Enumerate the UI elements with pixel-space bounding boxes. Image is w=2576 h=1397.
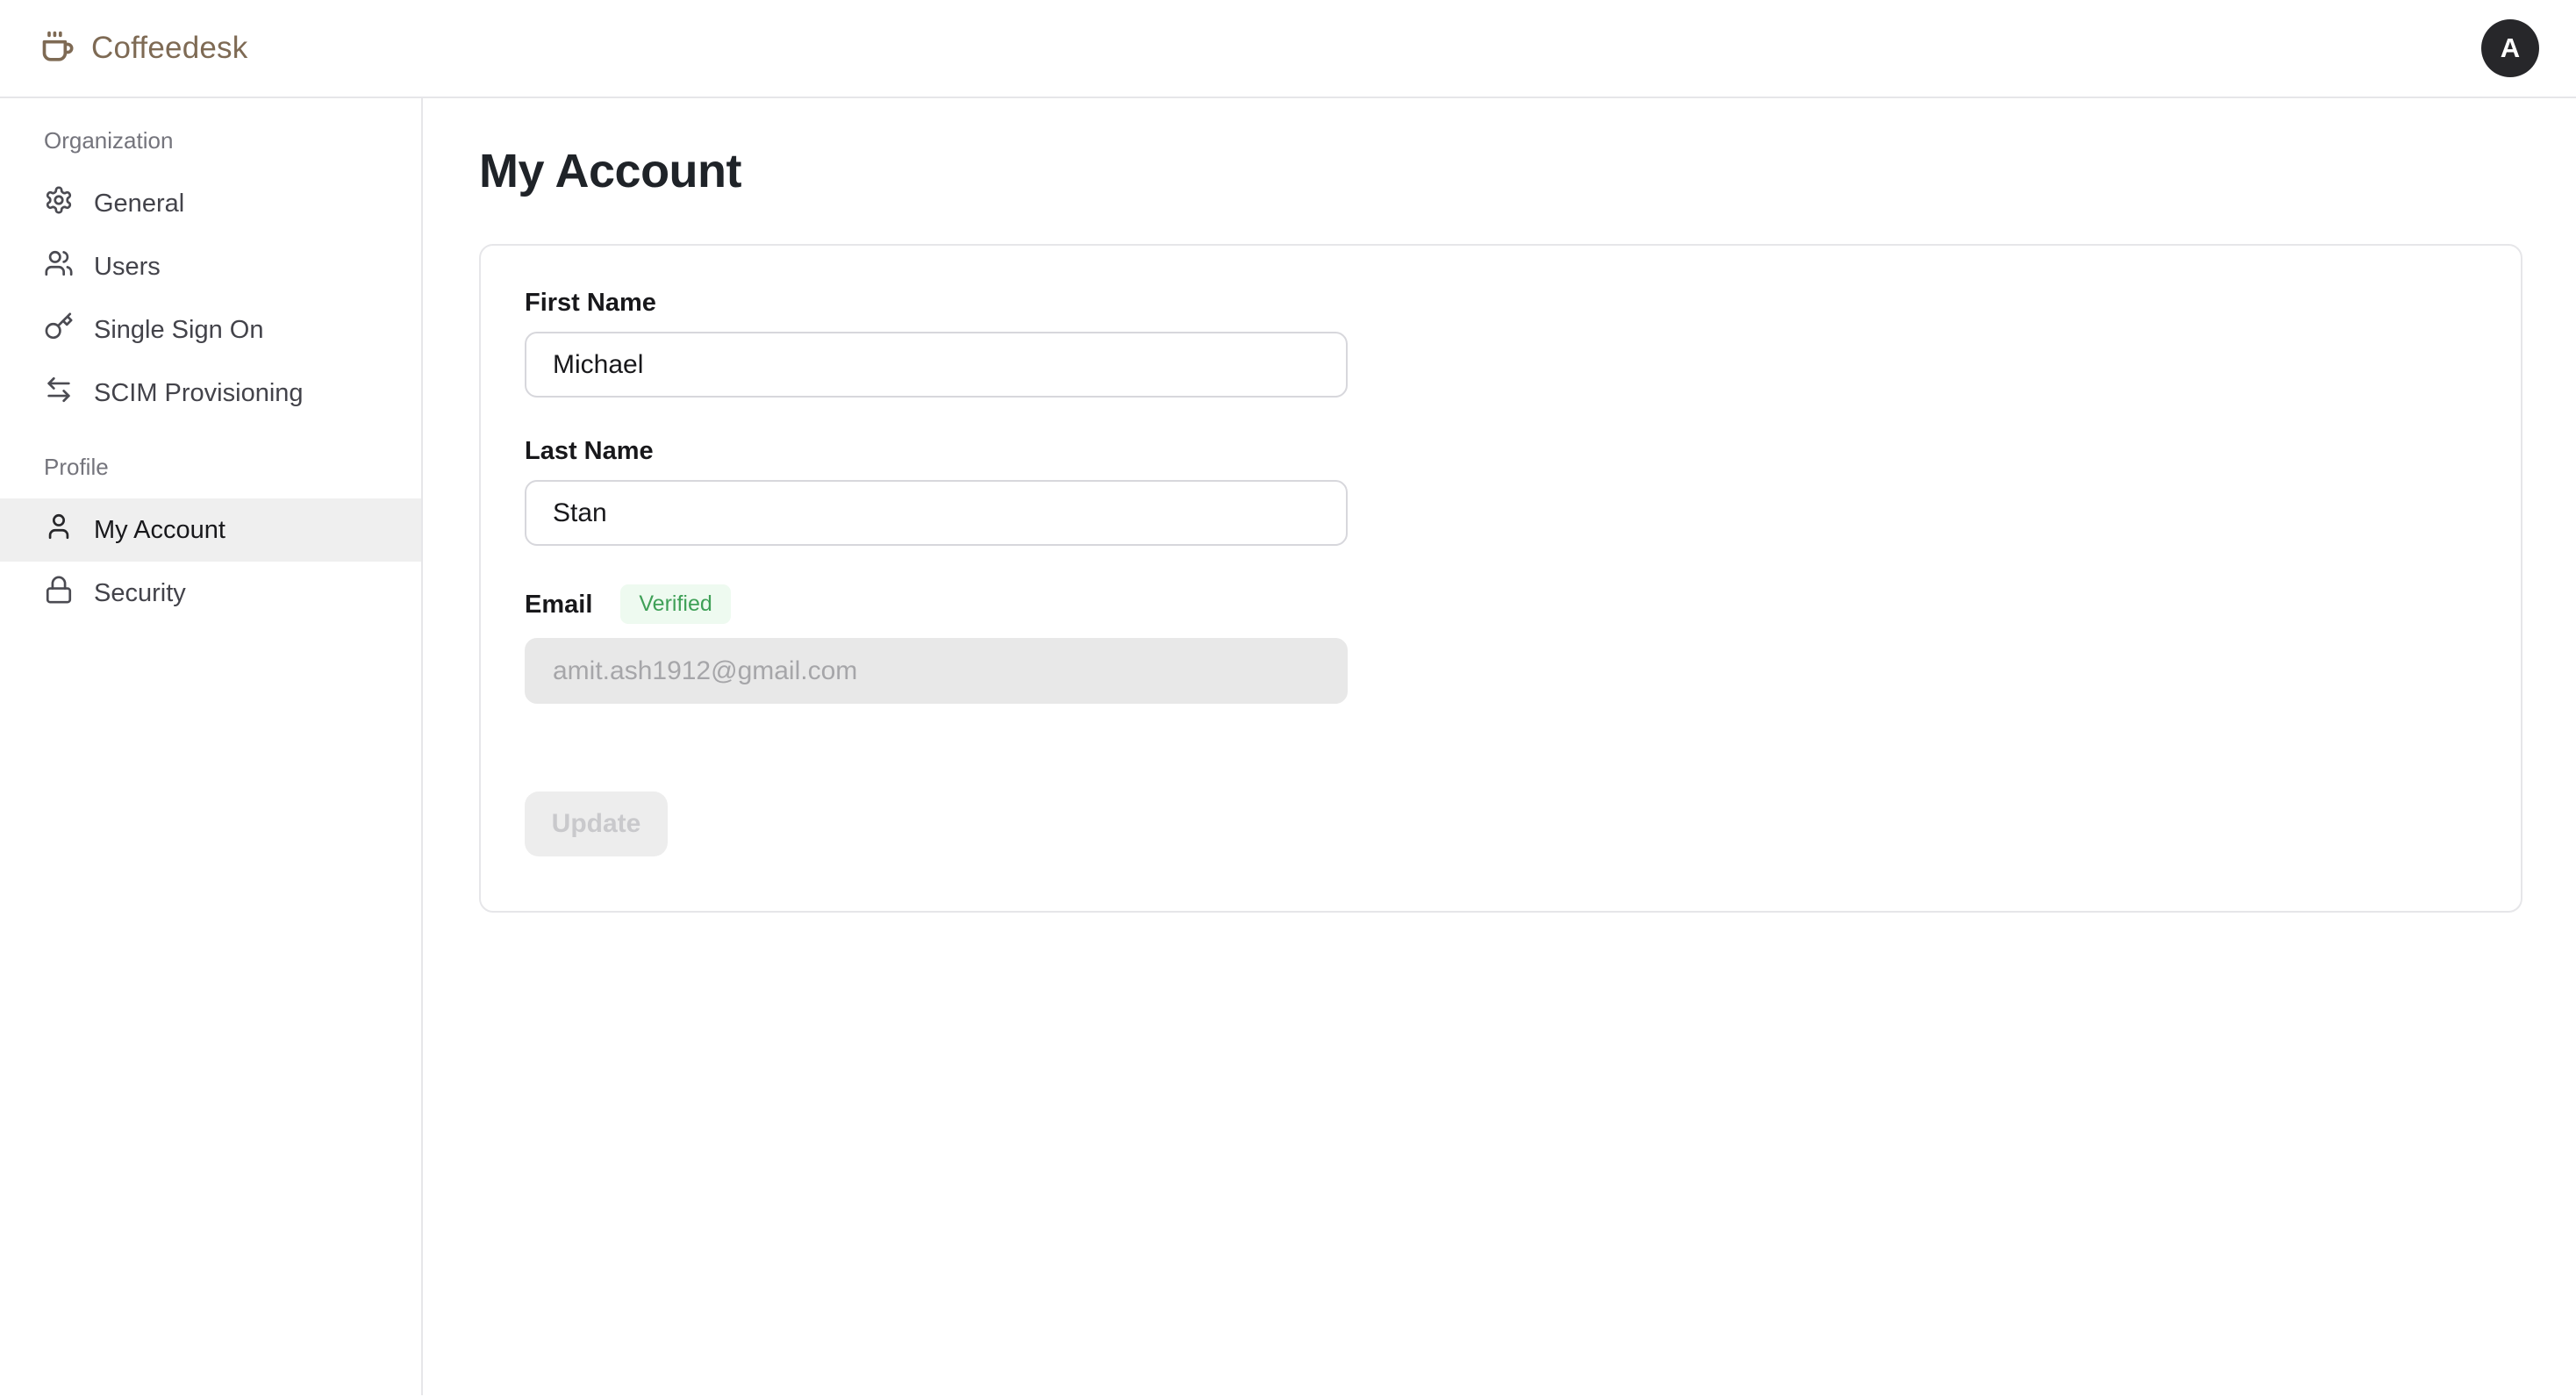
sidebar-item-label: Security <box>94 579 186 608</box>
brand-logo[interactable]: Coffeedesk <box>39 29 247 68</box>
verified-badge: Verified <box>620 584 730 624</box>
sidebar-item-security[interactable]: Security <box>0 562 421 625</box>
user-icon <box>44 512 74 548</box>
sidebar-item-my-account[interactable]: My Account <box>0 498 421 562</box>
sidebar-item-label: Users <box>94 253 161 282</box>
gear-icon <box>44 185 74 222</box>
sidebar-item-single-sign-on[interactable]: Single Sign On <box>0 298 421 362</box>
update-button[interactable]: Update <box>525 792 668 856</box>
email-label: Email <box>525 590 592 620</box>
coffee-cup-icon <box>39 29 78 68</box>
avatar[interactable]: A <box>2481 19 2539 77</box>
settings-sidebar: Organization General Users <box>0 98 423 1395</box>
sidebar-item-label: Single Sign On <box>94 316 263 345</box>
sidebar-section-profile: Profile <box>0 448 421 486</box>
first-name-field-group: First Name <box>525 288 2477 398</box>
first-name-input[interactable] <box>525 332 1348 398</box>
key-icon <box>44 312 74 348</box>
sidebar-item-general[interactable]: General <box>0 172 421 235</box>
last-name-field-group: Last Name <box>525 436 2477 546</box>
brand-name: Coffeedesk <box>91 31 247 66</box>
last-name-label: Last Name <box>525 436 2477 466</box>
sidebar-item-users[interactable]: Users <box>0 235 421 298</box>
arrows-left-right-icon <box>44 375 74 412</box>
account-form-card: First Name Last Name Email Verified Upda… <box>479 244 2522 913</box>
users-icon <box>44 248 74 285</box>
email-input <box>525 638 1348 704</box>
sidebar-item-label: SCIM Provisioning <box>94 379 304 408</box>
email-field-group: Email Verified <box>525 584 2477 704</box>
sidebar-section-organization: Organization <box>0 121 421 160</box>
lock-icon <box>44 575 74 612</box>
top-header: Coffeedesk A <box>0 0 2576 98</box>
sidebar-item-label: My Account <box>94 516 225 545</box>
first-name-label: First Name <box>525 288 2477 318</box>
sidebar-item-label: General <box>94 190 184 219</box>
sidebar-item-scim-provisioning[interactable]: SCIM Provisioning <box>0 362 421 425</box>
page-title: My Account <box>479 142 2522 200</box>
main-content: My Account First Name Last Name Email Ve… <box>423 98 2576 1395</box>
last-name-input[interactable] <box>525 480 1348 546</box>
